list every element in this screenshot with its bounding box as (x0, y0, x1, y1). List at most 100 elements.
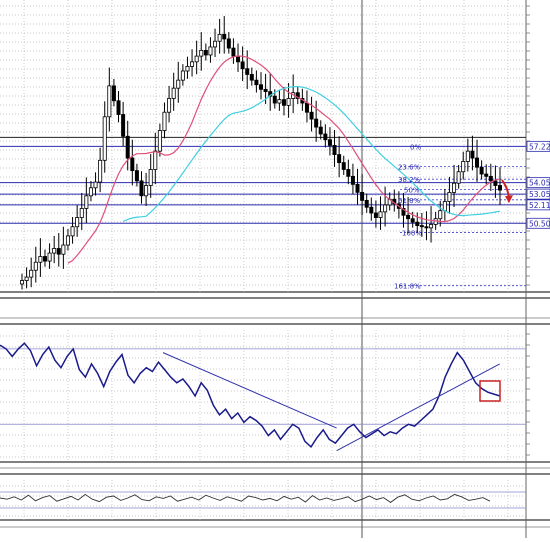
candle-body (42, 256, 47, 262)
candle-body (341, 162, 346, 170)
candle-body (29, 269, 34, 278)
candle-body (217, 33, 222, 42)
candle-body (125, 135, 130, 159)
candle-body (180, 70, 185, 81)
candle-body (263, 88, 268, 93)
candle-body (272, 95, 277, 104)
price-label: 54.05 (529, 179, 550, 188)
candle-body (479, 166, 484, 175)
candle-body (240, 61, 245, 70)
candle-body (461, 161, 466, 173)
candle-body (222, 33, 227, 40)
candle-body (157, 130, 162, 152)
candle-body (337, 154, 342, 164)
candle-body (121, 114, 126, 137)
candle-body (332, 145, 337, 155)
candle-body (231, 47, 236, 57)
candle-body (24, 276, 29, 281)
candle-body (438, 210, 443, 220)
chart-area: 0% 23.6% 38.2% 50% 61.8% 100% 161.8% 57.22 54.05… (0, 0, 550, 538)
candle-body (497, 185, 502, 191)
candle-body (281, 99, 286, 106)
candle-body (373, 212, 378, 218)
candle-body (47, 252, 52, 262)
price-label: 53.05 (529, 190, 550, 199)
candle-body (470, 150, 475, 159)
candle-body (369, 206, 374, 214)
candle-body (327, 139, 332, 146)
candle-body (249, 74, 254, 81)
candle-body (226, 38, 231, 49)
candle-body (130, 157, 135, 172)
candle-body (199, 49, 204, 57)
candle-body (107, 85, 112, 118)
candle-body (465, 150, 470, 162)
candle-body (153, 150, 158, 170)
candle-body (314, 118, 319, 128)
candle-body (93, 181, 98, 189)
candle-body (102, 116, 107, 161)
chart-background (0, 0, 550, 538)
candle-body (309, 111, 314, 120)
candle-body (171, 87, 176, 99)
candle-body (378, 211, 383, 218)
candle-body (383, 204, 388, 213)
price-label: 50.50 (529, 219, 550, 228)
candle-body (116, 100, 121, 115)
candle-body (488, 175, 493, 182)
candle-body (139, 180, 144, 197)
candle-body (442, 201, 447, 212)
candle-body (419, 225, 424, 228)
candle-body (286, 98, 291, 106)
candle-body (33, 261, 38, 271)
fib-label: 50% (404, 187, 420, 195)
candle-body (134, 170, 139, 182)
candle-body (190, 61, 195, 67)
candle-body (245, 68, 250, 75)
fib-label: 23.6% (398, 164, 421, 172)
candle-body (75, 217, 80, 228)
fib-label: 100% (402, 229, 422, 237)
candle-body (38, 256, 43, 263)
candle-body (65, 235, 70, 246)
candle-body (144, 185, 149, 197)
candle-body (323, 133, 328, 141)
fib-label: 161.8% (394, 283, 421, 291)
candle-body (52, 248, 57, 254)
candle-body (56, 248, 61, 255)
candle-body (61, 244, 66, 255)
price-label: 52.11 (529, 201, 550, 210)
fib-label: 0% (410, 143, 421, 151)
candle-body (88, 187, 93, 197)
candle-body (475, 157, 480, 168)
candle-body (79, 208, 84, 218)
chart-svg: 0% 23.6% 38.2% 50% 61.8% 100% 161.8% 57.22 54.05… (0, 0, 550, 538)
candle-body (162, 111, 167, 131)
candle-body (111, 85, 116, 102)
price-label: 57.22 (529, 142, 550, 151)
candle-body (213, 40, 218, 48)
candle-body (148, 169, 153, 186)
candle-body (203, 49, 208, 56)
candle-body (236, 55, 241, 63)
candle-body (447, 191, 452, 202)
candle-body (258, 84, 263, 90)
fib-label: 38.2% (398, 176, 421, 184)
candle-body (355, 183, 360, 193)
candle-body (424, 226, 429, 229)
candle-body (84, 195, 89, 209)
candle-body (429, 224, 434, 229)
candle-body (318, 126, 323, 135)
candle-body (254, 79, 259, 86)
candle-body (493, 180, 498, 186)
candle-body (19, 280, 24, 285)
fib-label: 61.8% (398, 197, 421, 205)
candle-body (70, 226, 75, 237)
candle-body (167, 98, 172, 113)
candle-body (415, 221, 420, 226)
candle-body (185, 66, 190, 72)
candle-body (98, 159, 103, 183)
candle-body (277, 99, 282, 104)
candle-body (364, 199, 369, 208)
candle-body (406, 214, 411, 220)
